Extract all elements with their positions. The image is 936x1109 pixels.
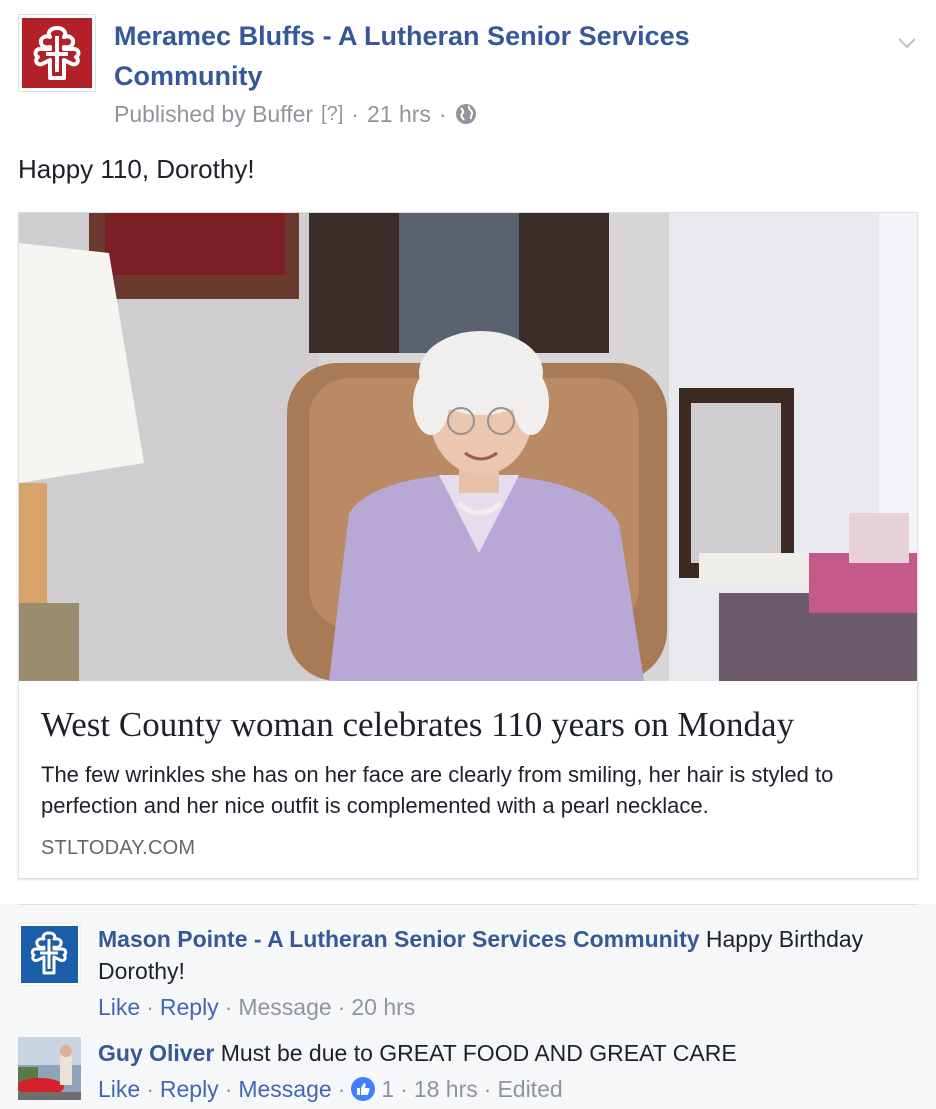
comment-timestamp[interactable]: 20 hrs <box>351 991 415 1023</box>
post-timestamp[interactable]: 21 hrs <box>367 101 431 128</box>
dot-separator: · <box>224 1076 233 1102</box>
dot-separator: · <box>224 994 233 1020</box>
globe-icon[interactable] <box>455 103 477 125</box>
comment-author-link[interactable]: Mason Pointe - A Lutheran Senior Service… <box>98 926 700 952</box>
page-avatar[interactable] <box>18 14 96 92</box>
dot-separator: · <box>438 100 447 127</box>
like-link[interactable]: Like <box>98 1073 140 1105</box>
commenter-avatar[interactable] <box>16 1037 81 1100</box>
published-by-text: Published by Buffer <box>114 100 314 127</box>
comment-timestamp[interactable]: 18 hrs <box>414 1073 478 1105</box>
divider <box>18 904 918 905</box>
link-description: The few wrinkles she has on her face are… <box>41 762 834 818</box>
like-link[interactable]: Like <box>98 991 140 1023</box>
dot-separator: · <box>483 1076 492 1102</box>
dot-separator: · <box>146 1076 154 1102</box>
link-preview-card[interactable]: West County woman celebrates 110 years o… <box>18 212 918 879</box>
dot-separator: · <box>146 994 154 1020</box>
comment-body: Mason Pointe - A Lutheran Senior Service… <box>98 923 898 1023</box>
link-domain: STLTODAY.COM <box>41 837 196 859</box>
comments-section: Mason Pointe - A Lutheran Senior Service… <box>0 904 936 1109</box>
comment-actions: Like · Reply · Message · 20 hrs <box>98 991 898 1023</box>
comment-body: Guy Oliver Must be due to GREAT FOOD AND… <box>98 1037 898 1105</box>
cross-heart-logo-icon <box>22 18 92 88</box>
page-name-link[interactable]: Meramec Bluffs - A Lutheran Senior Servi… <box>114 16 794 96</box>
edited-label[interactable]: Edited <box>497 1073 562 1105</box>
like-count[interactable]: 1 <box>381 1073 394 1105</box>
comment-text: Must be due to GREAT FOOD AND GREAT CARE <box>220 1040 737 1066</box>
dot-separator: · <box>337 994 346 1020</box>
link-title[interactable]: West County woman celebrates 110 years o… <box>41 701 901 749</box>
comment-actions: Like · Reply · Message · 1 · 18 hrs · Ed… <box>98 1073 898 1105</box>
dot-separator: · <box>351 100 359 127</box>
link-preview-body[interactable]: West County woman celebrates 110 years o… <box>41 701 901 860</box>
reply-link[interactable]: Reply <box>160 1073 219 1105</box>
reply-link[interactable]: Reply <box>160 991 219 1023</box>
message-link[interactable]: Message <box>238 1073 331 1105</box>
post-meta: Published by Buffer [?] · 21 hrs · <box>114 98 477 130</box>
dot-separator: · <box>400 1076 408 1102</box>
post-message: Happy 110, Dorothy! <box>18 154 255 184</box>
chevron-down-icon[interactable] <box>896 32 918 54</box>
commenter-avatar[interactable] <box>17 922 82 987</box>
thumbs-up-icon[interactable] <box>351 1077 376 1101</box>
message-link[interactable]: Message <box>238 991 331 1023</box>
comment-author-link[interactable]: Guy Oliver <box>98 1040 214 1066</box>
dot-separator: · <box>337 1076 346 1102</box>
link-preview-image[interactable] <box>19 213 917 681</box>
help-link[interactable]: [?] <box>321 103 343 126</box>
post-header: Meramec Bluffs - A Lutheran Senior Servi… <box>18 14 918 127</box>
